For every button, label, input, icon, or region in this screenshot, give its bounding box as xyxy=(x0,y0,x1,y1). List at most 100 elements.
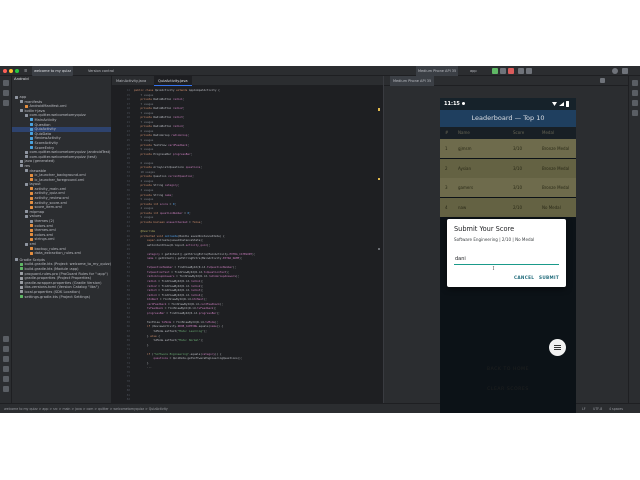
name-input[interactable] xyxy=(454,254,559,265)
tree-item-label: manifests xyxy=(24,99,43,104)
folder-icon xyxy=(20,100,23,104)
project-view-selector[interactable]: Android xyxy=(14,76,29,82)
project-panel: Android app manifests AndroidManifest.xml k… xyxy=(12,76,112,403)
folder-icon xyxy=(30,219,33,223)
tree-item-label: res xyxy=(24,163,30,168)
folder-icon xyxy=(20,164,23,168)
editor-scrollbar[interactable] xyxy=(378,88,380,403)
tree-item-label: score_item.xml xyxy=(34,205,62,210)
app-quality-icon[interactable] xyxy=(3,356,9,362)
tree-item-label: kotlin+java xyxy=(24,108,45,113)
tree-item[interactable]: data_extraction_rules.xml xyxy=(12,251,111,256)
tree-item-label: MainActivity xyxy=(34,117,57,122)
class-icon xyxy=(30,132,33,136)
code-editor[interactable]: MainActivity.java QuizActivity.java 14 15… xyxy=(112,76,384,403)
class-icon xyxy=(30,136,33,140)
code-content[interactable]: public class QuizActivity extends AppCom… xyxy=(134,88,382,403)
search-icon[interactable] xyxy=(612,68,618,74)
vcs-widget[interactable]: Version control xyxy=(88,66,114,76)
tree-item-label: gradle.properties (Project Properties) xyxy=(24,276,91,281)
stop-icon[interactable] xyxy=(508,68,514,74)
resource-manager-icon[interactable] xyxy=(3,90,9,96)
xml-icon xyxy=(30,191,33,195)
device-manager-icon[interactable] xyxy=(518,68,524,74)
close-window-icon[interactable] xyxy=(3,69,7,73)
tree-item-label: ic_launcher_background.xml xyxy=(34,173,86,178)
editor-tabs: MainActivity.java QuizActivity.java xyxy=(112,76,383,86)
tree-item-label: com.quitter.welcometomyquizz (androidTes… xyxy=(29,150,111,155)
version-control-icon[interactable] xyxy=(3,386,9,392)
tab-device[interactable]: Medium Phone API 35 xyxy=(390,76,435,86)
cancel-button[interactable]: CANCEL xyxy=(514,275,534,280)
terminal-icon[interactable] xyxy=(3,366,9,372)
indent-setting[interactable]: 4 spaces xyxy=(609,404,623,413)
problems-icon[interactable] xyxy=(3,376,9,382)
right-tool-bar xyxy=(628,76,640,403)
settings-gear-icon[interactable] xyxy=(622,68,628,74)
xml-icon xyxy=(30,187,33,191)
notifications-icon[interactable] xyxy=(632,80,638,86)
tree-item-label: gradle-wrapper.properties (Gradle Versio… xyxy=(24,280,102,285)
submit-button[interactable]: SUBMIT xyxy=(539,275,559,280)
tree-item-label: values xyxy=(29,214,42,219)
xml-icon xyxy=(30,247,33,251)
minimize-window-icon[interactable] xyxy=(9,69,13,73)
xml-icon xyxy=(30,201,33,205)
file-icon xyxy=(20,285,23,289)
running-devices-icon[interactable] xyxy=(632,110,638,116)
tree-item-label: build.gradle.kts (Module :app) xyxy=(24,266,79,271)
notification-dot-icon xyxy=(462,102,465,105)
xml-icon xyxy=(25,104,28,108)
fab-button[interactable] xyxy=(549,339,566,356)
project-switcher[interactable]: welcome to my quizz xyxy=(32,66,74,76)
breadcrumb[interactable]: welcome to my quizz > app > src > main >… xyxy=(4,404,168,413)
tree-item-label: mipmap xyxy=(29,209,45,214)
build-icon[interactable] xyxy=(3,336,9,342)
file-icon xyxy=(20,272,23,276)
tree-item[interactable]: settings.gradle.kts (Project Settings) xyxy=(12,294,111,300)
logcat-icon[interactable] xyxy=(3,346,9,352)
folder-icon xyxy=(25,155,28,159)
status-time: 11:15 xyxy=(444,101,460,107)
device-selector[interactable]: Medium Phone API 35 xyxy=(416,66,459,76)
tree-item-label: themes.xml xyxy=(34,228,56,233)
zoom-window-icon[interactable] xyxy=(15,69,19,73)
tab-quizactivity[interactable]: QuizActivity.java xyxy=(154,76,192,86)
tree-item-label: Gradle Scripts xyxy=(19,257,45,262)
signal-icon xyxy=(559,102,564,106)
sync-icon[interactable] xyxy=(526,68,532,74)
tab-mainactivity[interactable]: MainActivity.java xyxy=(112,76,150,86)
debug-icon[interactable] xyxy=(500,68,506,74)
run-config-selector[interactable]: app xyxy=(470,66,477,76)
dialog-message: Software Engineering | 2/10 | No Medal xyxy=(454,237,535,242)
line-separator[interactable]: LF xyxy=(582,404,586,413)
device-options-icon[interactable] xyxy=(600,78,605,83)
left-tool-bar xyxy=(0,76,12,403)
file-icon xyxy=(20,290,23,294)
class-icon xyxy=(30,127,33,131)
tree-item-label: AndroidManifest.xml xyxy=(29,104,67,109)
tree-item-label: colors.xml xyxy=(34,223,54,228)
xml-icon xyxy=(30,251,33,255)
xml-icon xyxy=(30,228,33,232)
folder-icon xyxy=(25,169,28,172)
xml-icon xyxy=(30,196,33,200)
mouse-cursor-icon xyxy=(492,266,495,270)
run-icon[interactable] xyxy=(492,68,498,74)
tree-item-label: Question xyxy=(34,122,51,127)
device-manager-side-icon[interactable] xyxy=(632,100,638,106)
more-tools-icon[interactable] xyxy=(3,100,9,106)
folder-icon xyxy=(20,109,23,113)
tree-item-label: com.quitter.welcometomyquizz xyxy=(29,113,86,118)
class-icon xyxy=(30,141,33,145)
tree-item-label: settings.gradle.kts (Project Settings) xyxy=(24,294,91,299)
tree-item-label: ScoreActivity xyxy=(34,140,59,145)
project-icon[interactable] xyxy=(3,80,9,86)
main-menu-icon[interactable]: ☰ xyxy=(24,66,27,76)
tree-item-label: activity_quiz.xml xyxy=(34,191,65,196)
folder-icon xyxy=(25,210,28,214)
tree-item-label: activity_score.xml xyxy=(34,200,67,205)
list-icon xyxy=(554,345,561,346)
gradle-icon[interactable] xyxy=(632,90,638,96)
file-encoding[interactable]: UTF-8 xyxy=(593,404,602,413)
